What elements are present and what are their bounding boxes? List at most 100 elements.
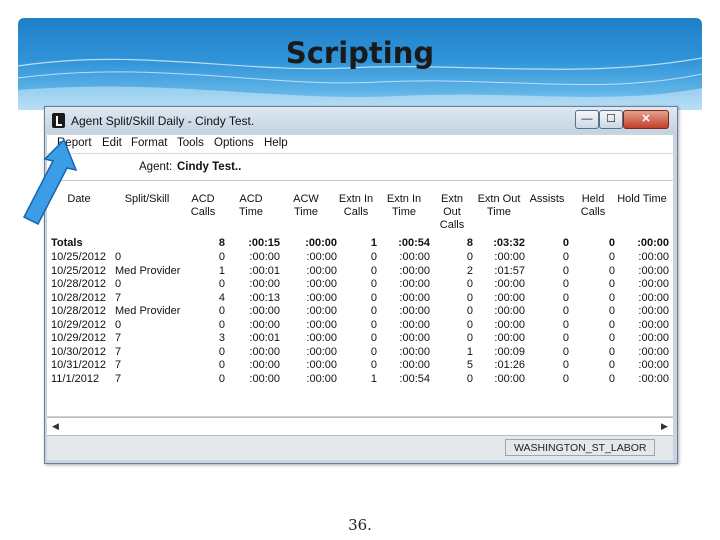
table-row-1-hold-time: :00:00 <box>638 264 669 277</box>
status-server: WASHINGTON_ST_LABOR <box>505 439 655 456</box>
column-header-extn-out-time: Extn Out Time <box>477 193 521 218</box>
table-row-9-extn-out-calls: 0 <box>466 372 473 385</box>
table-row-6-date: 10/29/2012 <box>51 332 107 344</box>
column-header-held-calls: Held Calls <box>580 193 606 218</box>
table-row-4-date: 10/28/2012 <box>51 305 107 317</box>
table-row-1-date: 10/25/2012 <box>51 264 107 277</box>
totals-row-held-calls: 0 <box>608 237 615 249</box>
totals-row-hold-time: :00:00 <box>637 237 669 249</box>
table-row-5-extn-in-calls: 0 <box>370 318 377 331</box>
status-bar: WASHINGTON_ST_LABOR <box>47 436 673 460</box>
table-row-5-acd-time: :00:00 <box>249 318 280 331</box>
window-title: Agent Split/Skill Daily - Cindy Test. <box>71 114 255 128</box>
slide-title: Scripting <box>285 36 435 70</box>
report-window: Agent Split/Skill Daily - Cindy Test. — … <box>44 106 678 464</box>
table-row-2-acd-time: :00:00 <box>249 278 280 290</box>
menu-bar: Report Edit Format Tools Options Help <box>47 135 673 153</box>
table-row-5-date: 10/29/2012 <box>51 318 107 331</box>
totals-row-acd-time: :00:15 <box>248 237 280 249</box>
totals-row-extn-out-calls: 8 <box>466 237 473 249</box>
column-header-assists: Assists <box>529 193 565 205</box>
table-row-1-extn-in-calls: 0 <box>370 264 377 277</box>
table-row-7-date: 10/30/2012 <box>51 345 107 358</box>
horizontal-scrollbar[interactable]: ◀ ▶ <box>47 417 673 436</box>
table-row-1-extn-out-calls: 2 <box>466 264 473 277</box>
annotation-arrow-icon <box>22 138 78 226</box>
column-header-extn-in-calls: Extn In Calls <box>338 193 374 218</box>
close-button[interactable]: ✕ <box>623 110 669 129</box>
table-row-5-extn-out-calls: 0 <box>466 318 473 331</box>
header-divider <box>47 180 673 181</box>
menu-options[interactable]: Options <box>214 137 254 149</box>
minimize-button[interactable]: — <box>575 110 599 129</box>
table-row-9-extn-in-calls: 1 <box>370 372 377 385</box>
menu-help[interactable]: Help <box>264 137 288 149</box>
table-row-2-date: 10/28/2012 <box>51 278 107 290</box>
table-row-8-acd-calls: 0 <box>218 359 225 371</box>
table-row-0-extn-out-calls: 0 <box>466 251 473 263</box>
table-row-7-acd-time: :00:00 <box>249 345 280 358</box>
table-row-8-held-calls: 0 <box>608 359 615 371</box>
table-row-4-held-calls: 0 <box>608 305 615 317</box>
table-row-0-date: 10/25/2012 <box>51 251 107 263</box>
column-header-acd-time: ACD Time <box>238 193 264 218</box>
table-row-6-held-calls: 0 <box>608 332 615 344</box>
table-row-9-date: 11/1/2012 <box>51 372 100 385</box>
page-number: 36. <box>348 516 372 534</box>
report-content: Agent: Cindy Test.. Date Split/Skill ACD Ca… <box>47 153 673 416</box>
table-row-2-held-calls: 0 <box>608 278 615 290</box>
totals-row-extn-in-calls: 1 <box>370 237 377 249</box>
table-row-9-acd-calls: 0 <box>218 372 225 385</box>
table-row-5-hold-time: :00:00 <box>638 318 669 331</box>
table-row-3-acd-time: :00:13 <box>249 291 280 304</box>
table-row-6-acd-calls: 3 <box>218 332 225 344</box>
table-row-3-held-calls: 0 <box>608 291 615 304</box>
table-row-9-hold-time: :00:00 <box>638 372 669 385</box>
column-header-extn-in-time: Extn In Time <box>386 193 422 218</box>
maximize-button[interactable]: ☐ <box>599 110 623 129</box>
table-row-7-held-calls: 0 <box>608 345 615 358</box>
table-row-0-held-calls: 0 <box>608 251 615 263</box>
app-icon <box>52 113 65 128</box>
table-row-6-hold-time: :00:00 <box>638 332 669 344</box>
table-row-2-acd-calls: 0 <box>218 278 225 290</box>
table-row-7-extn-in-calls: 0 <box>370 345 377 358</box>
table-row-1-acd-time: :00:01 <box>249 264 280 277</box>
table-row-4-extn-in-calls: 0 <box>370 305 377 317</box>
menu-format[interactable]: Format <box>131 137 167 149</box>
table-row-0-acd-calls: 0 <box>218 251 225 263</box>
totals-row-acd-calls: 8 <box>218 237 225 249</box>
table-row-3-extn-in-calls: 0 <box>370 291 377 304</box>
scroll-right-icon[interactable]: ▶ <box>656 418 673 435</box>
totals-row-date: Totals <box>51 237 83 249</box>
table-row-4-acd-time: :00:00 <box>249 305 280 317</box>
table-row-6-extn-in-calls: 0 <box>370 332 377 344</box>
table-row-2-hold-time: :00:00 <box>638 278 669 290</box>
table-row-8-extn-in-calls: 0 <box>370 359 377 371</box>
table-row-1-held-calls: 0 <box>608 264 615 277</box>
scroll-left-icon[interactable]: ◀ <box>47 418 64 435</box>
column-header-acw-time: ACW Time <box>293 193 319 218</box>
menu-tools[interactable]: Tools <box>177 137 204 149</box>
agent-name: Cindy Test.. <box>177 161 242 173</box>
window-titlebar[interactable]: Agent Split/Skill Daily - Cindy Test. — … <box>45 107 677 133</box>
table-row-3-hold-time: :00:00 <box>638 291 669 304</box>
table-row-7-extn-out-calls: 1 <box>466 345 473 358</box>
menu-edit[interactable]: Edit <box>102 137 122 149</box>
table-row-8-acd-time: :00:00 <box>249 359 280 371</box>
table-row-8-date: 10/31/2012 <box>51 359 107 371</box>
column-header-extn-out-calls: Extn Out Calls <box>439 193 465 231</box>
table-row-1-acd-calls: 1 <box>218 264 225 277</box>
table-row-9-held-calls: 0 <box>608 372 615 385</box>
table-row-6-extn-out-calls: 0 <box>466 332 473 344</box>
table-row-0-extn-in-calls: 0 <box>370 251 377 263</box>
table-row-7-acd-calls: 0 <box>218 345 225 358</box>
table-row-9-acd-time: :00:00 <box>249 372 280 385</box>
table-row-4-hold-time: :00:00 <box>638 305 669 317</box>
table-row-0-acd-time: :00:00 <box>249 251 280 263</box>
table-row-4-acd-calls: 0 <box>218 305 225 317</box>
table-row-5-held-calls: 0 <box>608 318 615 331</box>
column-header-hold-time: Hold Time <box>617 193 667 205</box>
column-header-acd-calls: ACD Calls <box>190 193 216 218</box>
table-row-3-date: 10/28/2012 <box>51 291 107 304</box>
